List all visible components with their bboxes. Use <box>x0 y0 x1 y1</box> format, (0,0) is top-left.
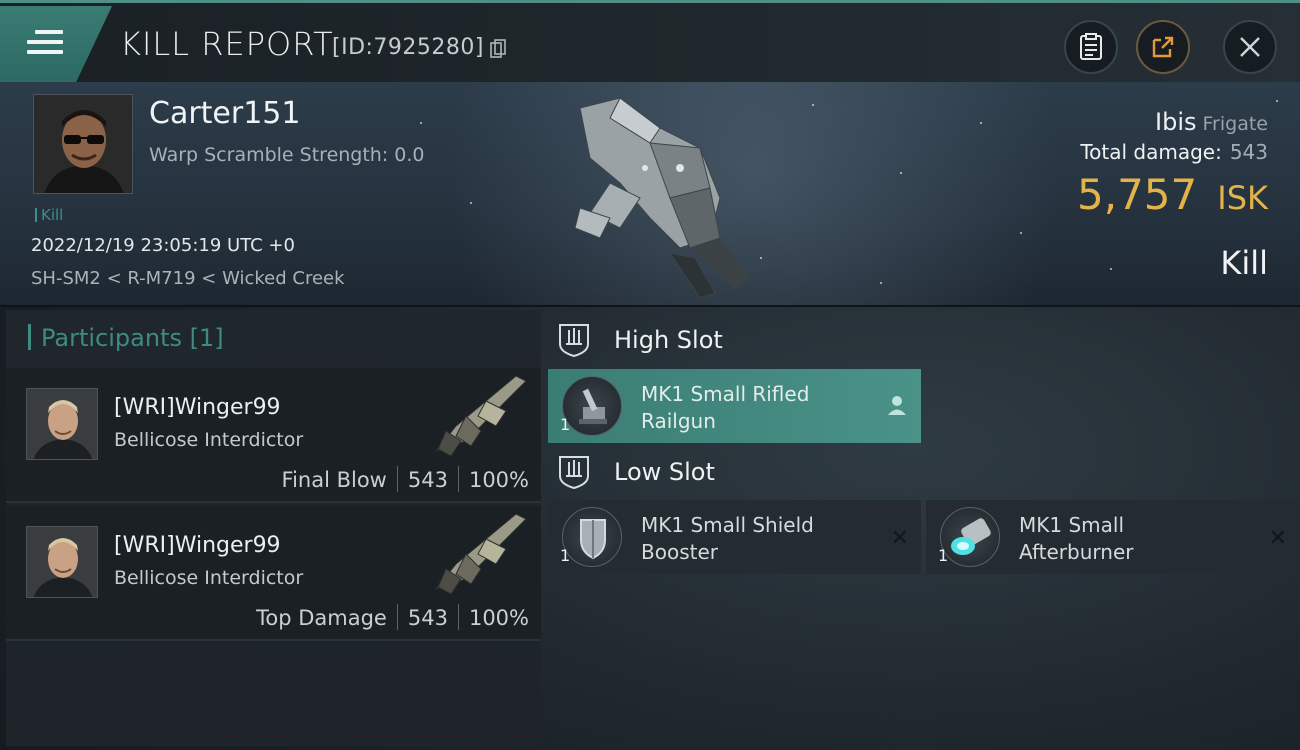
kill-count-tag: Kill <box>35 206 63 224</box>
railgun-icon <box>562 376 622 436</box>
kill-count-label: Kill <box>41 206 64 224</box>
participant-ship: Bellicose Interdictor <box>114 429 304 451</box>
afterburner-icon <box>940 507 1000 567</box>
isk-unit: ISK <box>1217 179 1268 217</box>
close-icon <box>1240 37 1260 57</box>
participant-name[interactable]: [WRI]Winger99 <box>114 533 281 558</box>
share-button[interactable] <box>1136 20 1190 74</box>
participants-title: Participants [1] <box>41 324 224 352</box>
pilot-portrait-icon <box>27 527 97 597</box>
clipboard-button[interactable] <box>1064 20 1118 74</box>
participant-ship: Bellicose Interdictor <box>114 567 304 589</box>
total-damage-value: 543 <box>1229 140 1268 164</box>
clipboard-icon <box>1080 33 1102 60</box>
module-quantity: 1 <box>560 415 571 434</box>
total-damage-label: Total damage: <box>1080 140 1222 164</box>
module-railgun[interactable]: 1 MK1 Small Rifled Railgun <box>548 369 921 443</box>
participant-avatar[interactable] <box>26 526 98 598</box>
isk-value: 5,757 ISK <box>1077 170 1268 219</box>
participant-role: Top Damage <box>256 606 387 630</box>
module-name-line2: Booster <box>641 540 718 564</box>
shield-booster-icon <box>562 507 622 567</box>
pilot-portrait-icon <box>34 95 132 193</box>
participant-damage: 543 <box>407 606 448 630</box>
participant-damage: 543 <box>407 468 448 492</box>
participant-row[interactable]: [WRI]Winger99 Bellicose Interdictor Fina… <box>6 368 541 503</box>
low-slot-header: Low Slot <box>556 454 715 490</box>
high-slot-header: High Slot <box>556 322 723 358</box>
participant-ship-image <box>434 375 527 457</box>
module-name: MK1 Small Rifled Railgun <box>641 381 881 435</box>
participant-stats: Top Damage 543 100% <box>256 604 529 630</box>
high-slot-icon <box>559 324 589 358</box>
copy-icon[interactable] <box>490 39 506 59</box>
participant-percent: 100% <box>468 468 529 492</box>
top-bar: KILL REPORT [ID:7925280] <box>0 0 1300 82</box>
warp-scramble-strength: Warp Scramble Strength: 0.0 <box>149 144 425 166</box>
module-name-line1: MK1 Small <box>1019 513 1124 537</box>
victim-avatar[interactable] <box>33 94 133 194</box>
share-icon <box>1152 36 1174 58</box>
module-name-line2: Afterburner <box>1019 540 1134 564</box>
ship-name: Ibis <box>1155 108 1197 136</box>
menu-button[interactable] <box>0 6 112 82</box>
report-result: Kill <box>1220 244 1268 282</box>
participant-role: Final Blow <box>281 468 387 492</box>
participants-panel: Participants [1] [WRI]Winger99 Bellicose… <box>6 310 541 746</box>
participant-ship-image <box>434 513 527 595</box>
participants-header: Participants [1] <box>28 324 224 352</box>
module-quantity: 1 <box>560 546 571 565</box>
module-name-line1: MK1 Small Shield <box>641 513 814 537</box>
hamburger-icon <box>27 30 63 60</box>
module-name: MK1 Small Afterburner <box>1019 512 1259 566</box>
low-slot-icon <box>559 456 589 490</box>
victim-name[interactable]: Carter151 <box>149 96 300 131</box>
participant-avatar[interactable] <box>26 388 98 460</box>
low-slot-title: Low Slot <box>614 458 715 486</box>
participant-row[interactable]: [WRI]Winger99 Bellicose Interdictor Top … <box>6 506 541 641</box>
close-button[interactable] <box>1223 20 1277 74</box>
pilot-portrait-icon <box>27 389 97 459</box>
kill-timestamp: 2022/12/19 23:05:19 UTC +0 <box>31 235 295 256</box>
module-name-line1: MK1 Small Rifled <box>641 382 810 406</box>
module-shield-booster[interactable]: 1 MK1 Small Shield Booster ✕ <box>548 500 921 574</box>
report-id: [ID:7925280] <box>332 35 484 60</box>
victim-ship-image <box>574 97 751 299</box>
pilot-user-icon <box>888 396 906 415</box>
participant-name[interactable]: [WRI]Winger99 <box>114 395 281 420</box>
destroyed-x-icon: ✕ <box>1268 526 1287 551</box>
ship-class: Frigate <box>1202 113 1268 135</box>
module-name: MK1 Small Shield Booster <box>641 512 881 566</box>
kill-location: SH-SM2 < R-M719 < Wicked Creek <box>31 268 345 289</box>
total-damage: Total damage: 543 <box>1080 140 1268 164</box>
module-quantity: 1 <box>938 546 949 565</box>
destroyed-x-icon: ✕ <box>890 526 909 551</box>
module-name-line2: Railgun <box>641 409 716 433</box>
participant-stats: Final Blow 543 100% <box>282 466 529 492</box>
page-title: KILL REPORT <box>120 25 334 63</box>
victim-ship[interactable]: Ibis Frigate <box>1155 108 1268 136</box>
participant-percent: 100% <box>468 606 529 630</box>
high-slot-title: High Slot <box>614 326 723 354</box>
module-afterburner[interactable]: 1 MK1 Small Afterburner ✕ <box>926 500 1299 574</box>
isk-amount: 5,757 <box>1077 170 1198 219</box>
